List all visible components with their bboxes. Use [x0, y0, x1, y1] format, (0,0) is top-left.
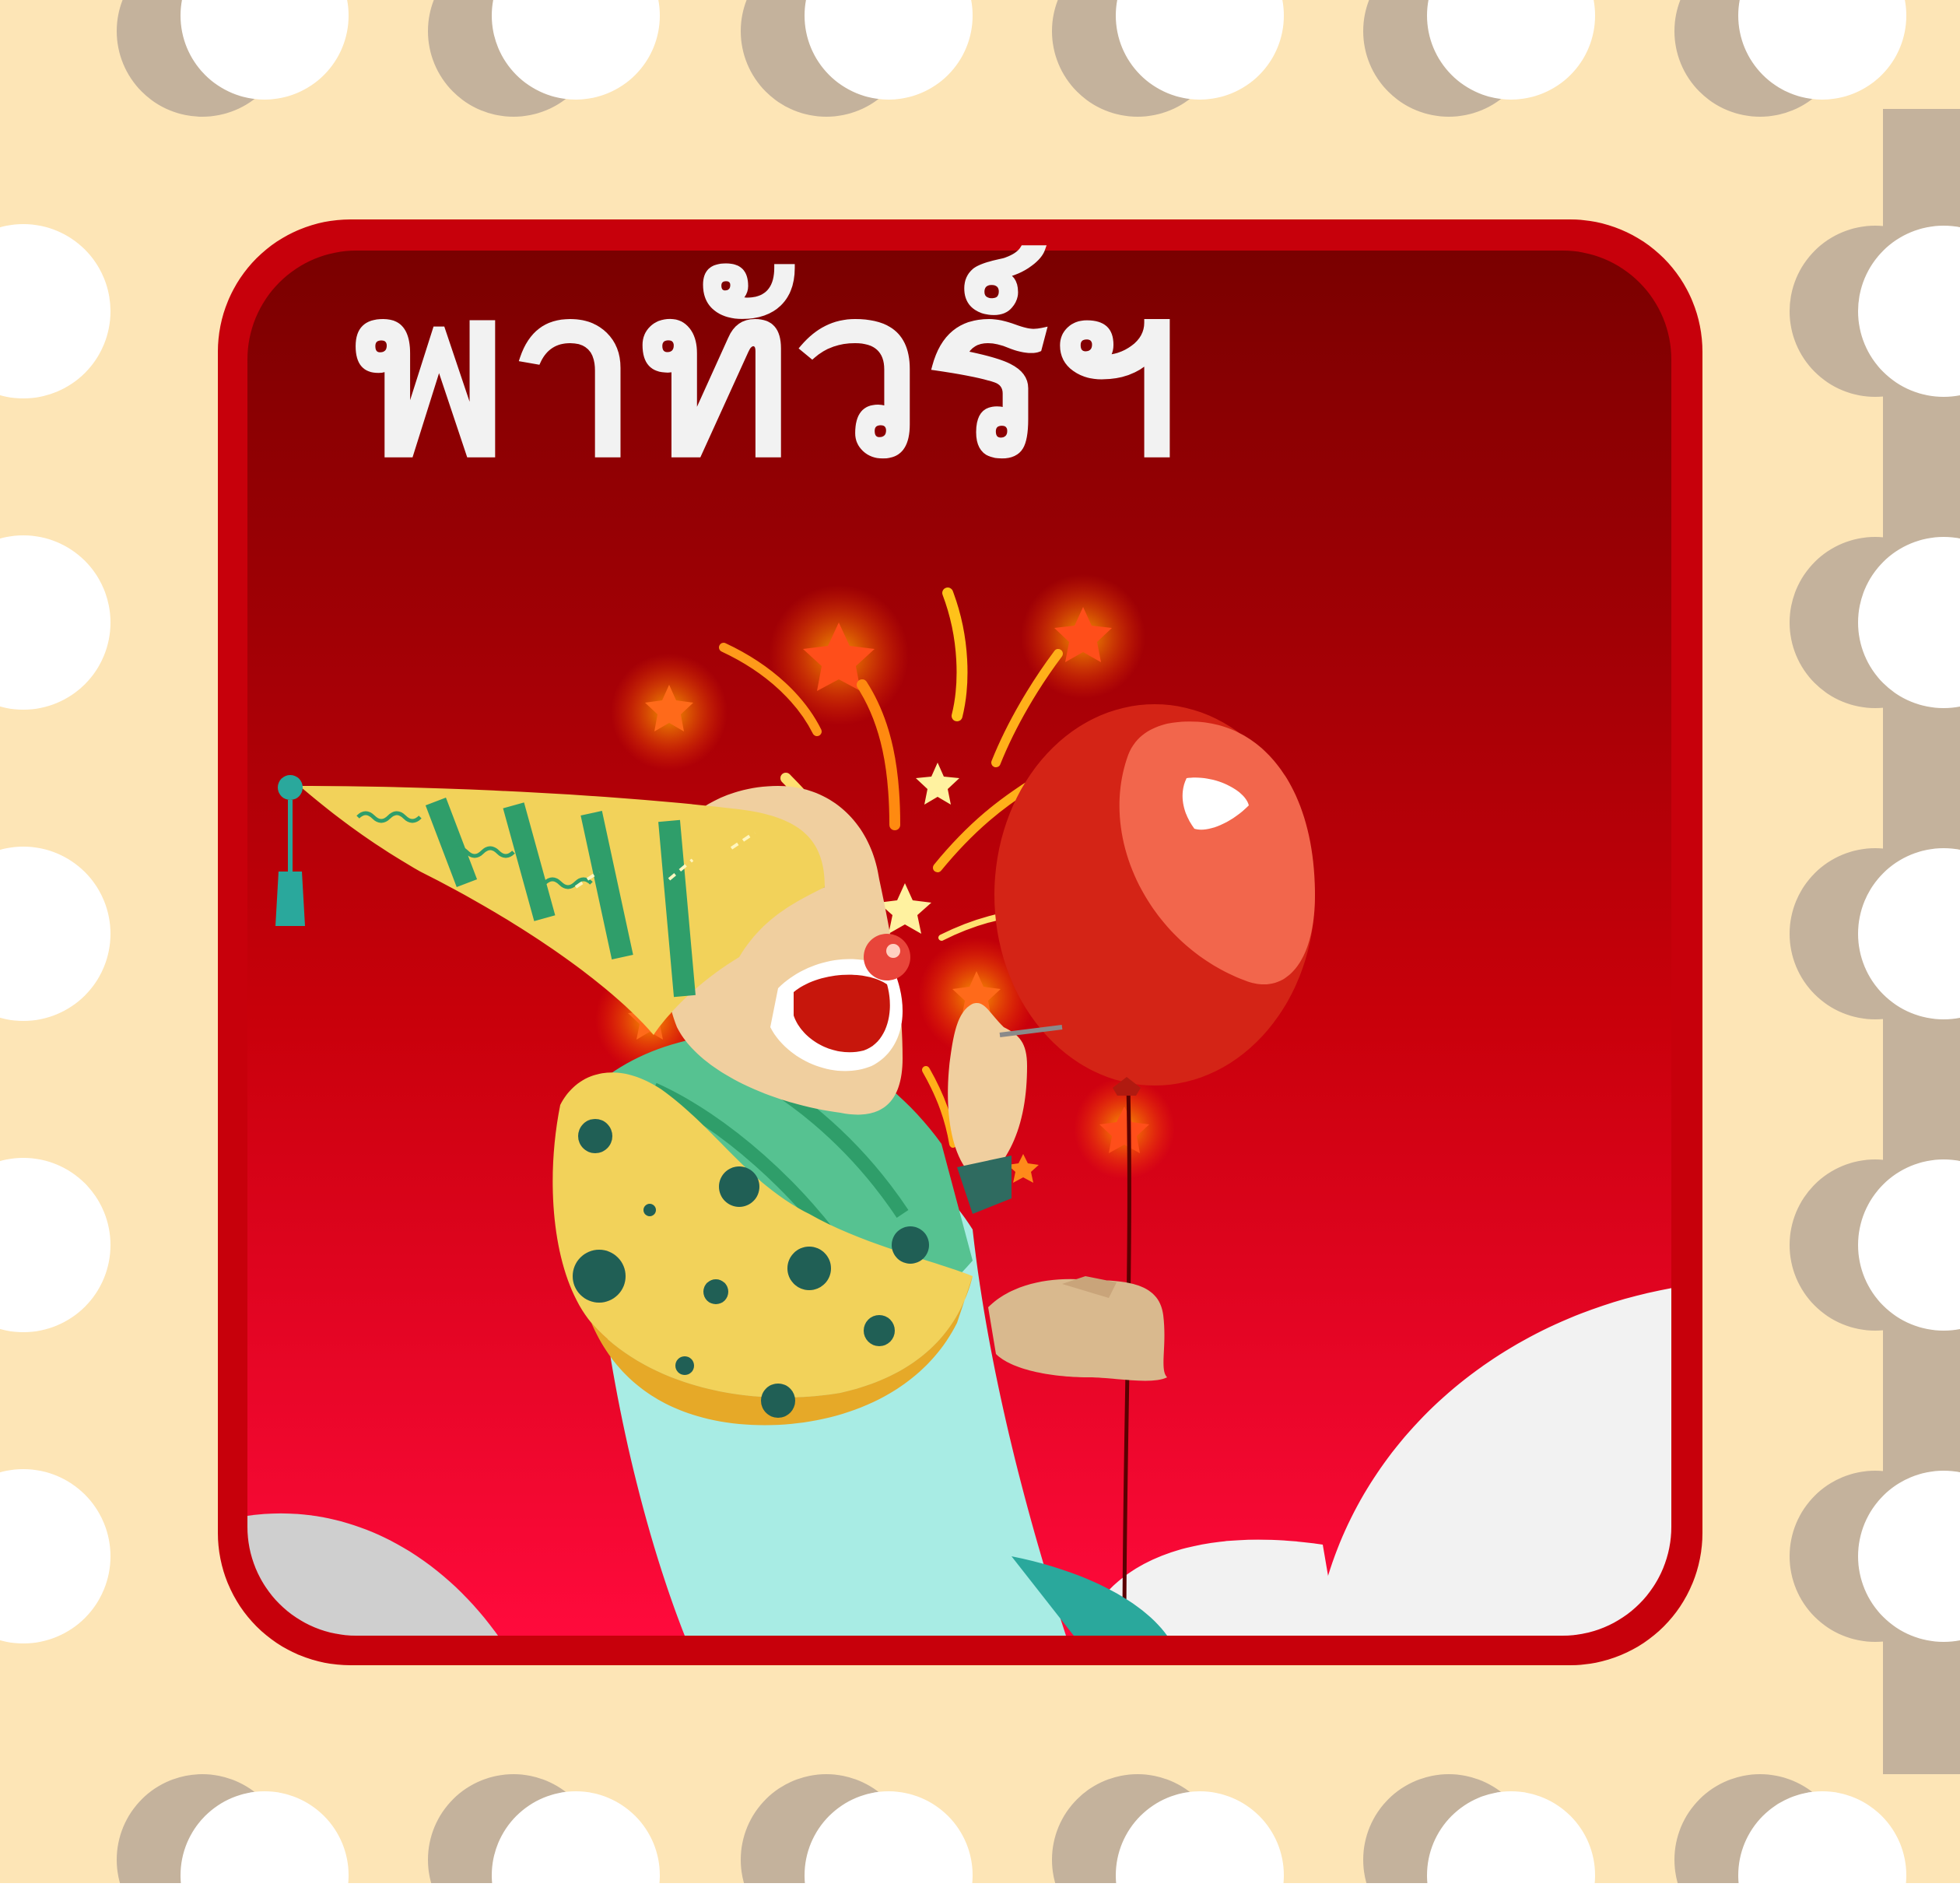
page-title: พาทัวร์ฯ: [354, 237, 1181, 509]
stamp-artwork: พาทัวร์ฯ: [0, 0, 1960, 1887]
